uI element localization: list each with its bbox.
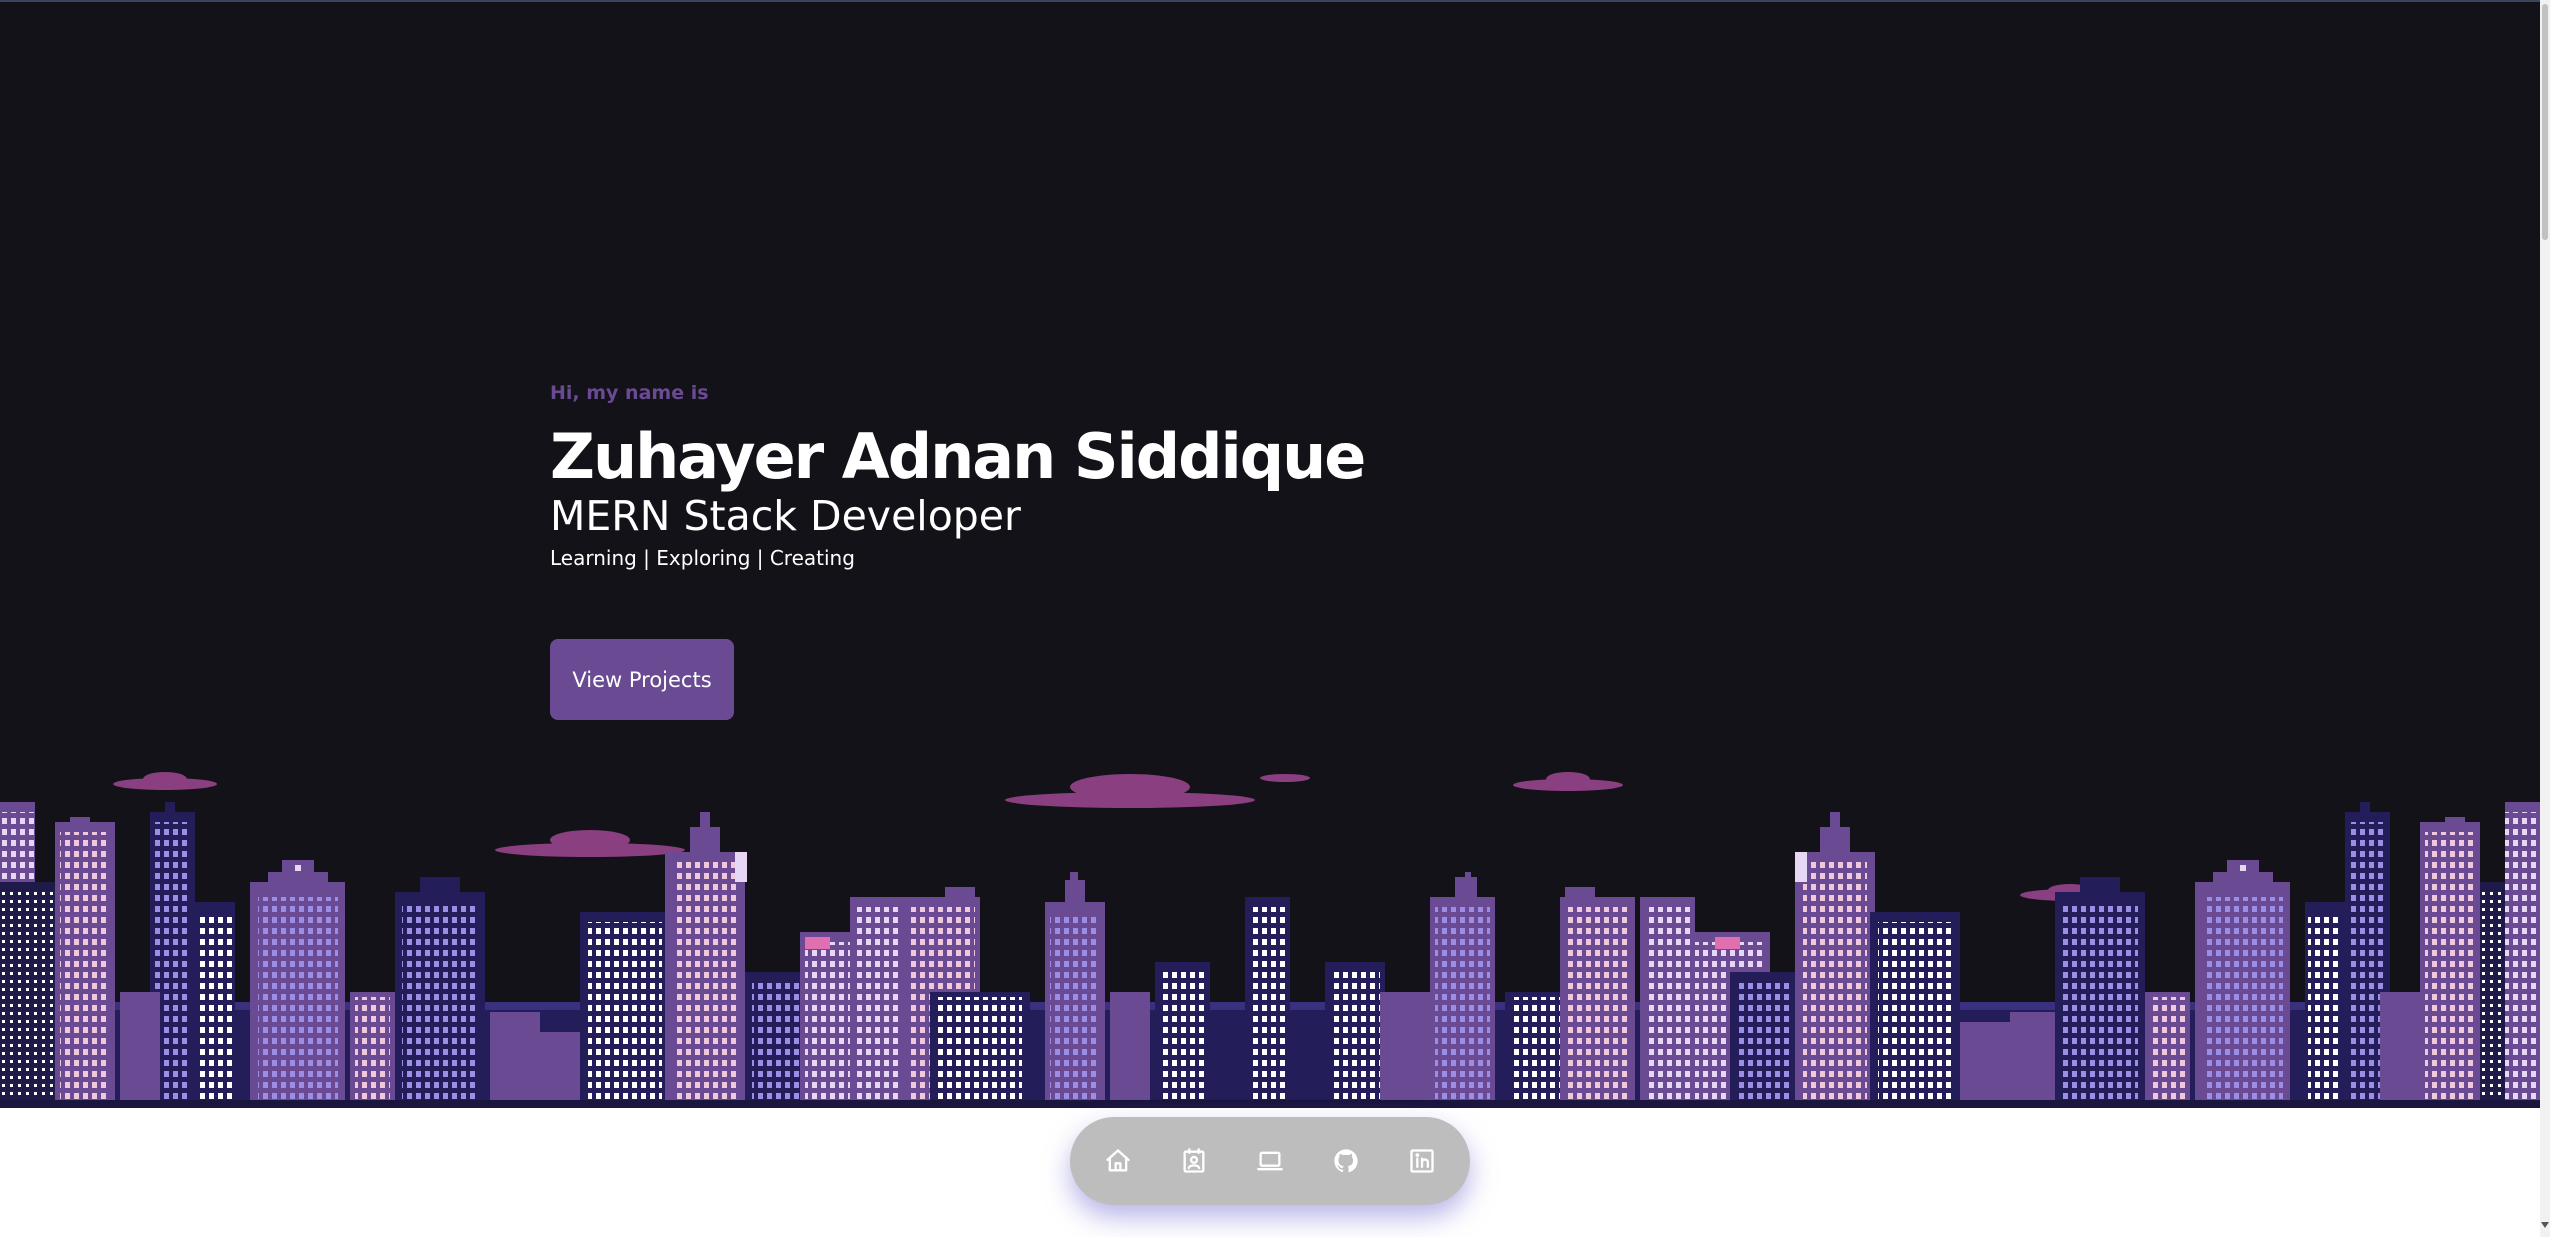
contact-card-icon bbox=[1183, 1148, 1205, 1173]
dock-projects-button[interactable] bbox=[1250, 1141, 1290, 1181]
github-icon bbox=[1334, 1149, 1358, 1173]
developer-name: Zuhayer Adnan Siddique bbox=[550, 420, 1366, 493]
bottom-dock-nav bbox=[1070, 1117, 1470, 1205]
greeting-text: Hi, my name is bbox=[550, 382, 709, 404]
developer-role: MERN Stack Developer bbox=[550, 492, 1021, 540]
view-projects-button[interactable]: View Projects bbox=[550, 639, 734, 720]
dock-contact-button[interactable] bbox=[1174, 1141, 1214, 1181]
laptop-icon bbox=[1257, 1151, 1283, 1171]
page-scrollbar[interactable] bbox=[2540, 0, 2550, 1237]
scrollbar-thumb[interactable] bbox=[2542, 4, 2548, 240]
scroll-down-arrow-icon[interactable] bbox=[2541, 1222, 2549, 1228]
hero-section: Hi, my name is Zuhayer Adnan Siddique ME… bbox=[0, 0, 2540, 1108]
tagline-text: Learning | Exploring | Creating bbox=[550, 546, 855, 570]
dock-home-button[interactable] bbox=[1098, 1141, 1138, 1181]
buildings-center-right bbox=[1380, 812, 1960, 1108]
linkedin-icon bbox=[1410, 1149, 1434, 1173]
portfolio-page: Hi, my name is Zuhayer Adnan Siddique ME… bbox=[0, 0, 2550, 1237]
city-skyline-illustration bbox=[0, 772, 2540, 1108]
home-icon bbox=[1106, 1149, 1130, 1172]
buildings-center-left bbox=[580, 812, 1385, 1108]
dock-linkedin-button[interactable] bbox=[1402, 1141, 1442, 1181]
buildings-right bbox=[1960, 802, 2540, 1108]
buildings-left bbox=[0, 802, 580, 1108]
dock-github-button[interactable] bbox=[1326, 1141, 1366, 1181]
